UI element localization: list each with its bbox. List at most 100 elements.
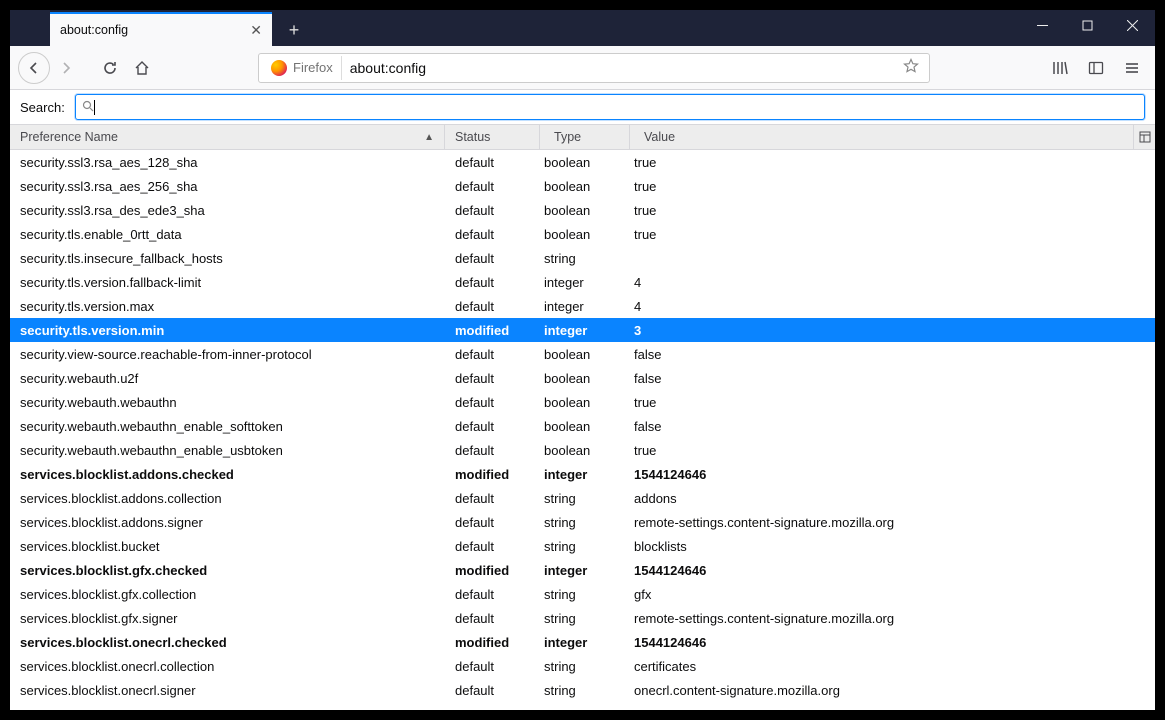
pref-row[interactable]: security.webauth.webauthn_enable_softtok… — [10, 414, 1155, 438]
pref-name-cell: services.blocklist.addons.checked — [10, 467, 445, 482]
pref-row[interactable]: security.tls.version.fallback-limitdefau… — [10, 270, 1155, 294]
pref-status-cell: default — [445, 491, 540, 506]
maximize-button[interactable] — [1065, 10, 1110, 40]
back-button[interactable] — [18, 52, 50, 84]
pref-table-body[interactable]: security.ssl3.rsa_aes_128_shadefaultbool… — [10, 150, 1155, 710]
pref-value-cell: true — [630, 443, 1155, 458]
pref-row[interactable]: services.blocklist.onecrl.checkedmodifie… — [10, 630, 1155, 654]
pref-type-cell: string — [540, 491, 630, 506]
pref-type-cell: integer — [540, 467, 630, 482]
bookmark-star-icon[interactable] — [897, 58, 925, 77]
close-tab-icon[interactable]: ✕ — [250, 23, 262, 37]
pref-value-cell: 3 — [630, 323, 1155, 338]
pref-status-cell: modified — [445, 323, 540, 338]
pref-type-cell: boolean — [540, 347, 630, 362]
forward-button[interactable] — [50, 52, 82, 84]
pref-name-cell: services.blocklist.onecrl.collection — [10, 659, 445, 674]
pref-name-cell: security.webauth.webauthn_enable_usbtoke… — [10, 443, 445, 458]
pref-row[interactable]: security.tls.version.minmodifiedinteger3 — [10, 318, 1155, 342]
pref-value-cell: 1544124646 — [630, 467, 1155, 482]
identity-box[interactable]: Firefox — [263, 56, 342, 80]
pref-row[interactable]: services.blocklist.onecrl.collectiondefa… — [10, 654, 1155, 678]
pref-value-cell: gfx — [630, 587, 1155, 602]
pref-row[interactable]: security.ssl3.rsa_aes_128_shadefaultbool… — [10, 150, 1155, 174]
pref-value-cell: true — [630, 179, 1155, 194]
col-header-value[interactable]: Value — [630, 125, 1133, 149]
pref-row[interactable]: security.ssl3.rsa_aes_256_shadefaultbool… — [10, 174, 1155, 198]
pref-status-cell: default — [445, 251, 540, 266]
pref-value-cell: true — [630, 155, 1155, 170]
pref-value-cell: certificates — [630, 659, 1155, 674]
pref-status-cell: default — [445, 395, 540, 410]
home-button[interactable] — [126, 52, 158, 84]
pref-name-cell: services.blocklist.gfx.signer — [10, 611, 445, 626]
pref-row[interactable]: security.webauth.webauthn_enable_usbtoke… — [10, 438, 1155, 462]
pref-type-cell: string — [540, 539, 630, 554]
browser-tab[interactable]: about:config ✕ — [50, 12, 272, 46]
pref-row[interactable]: services.blocklist.addons.signerdefaults… — [10, 510, 1155, 534]
pref-value-cell: false — [630, 347, 1155, 362]
pref-row[interactable]: services.blocklist.onecrl.signerdefaults… — [10, 678, 1155, 702]
pref-status-cell: default — [445, 371, 540, 386]
pref-row[interactable]: services.blocklist.addons.checkedmodifie… — [10, 462, 1155, 486]
pref-row[interactable]: security.webauth.webauthndefaultbooleant… — [10, 390, 1155, 414]
titlebar: about:config ✕ + — [10, 10, 1155, 46]
sidebar-button[interactable] — [1081, 53, 1111, 83]
pref-row[interactable]: security.view-source.reachable-from-inne… — [10, 342, 1155, 366]
pref-row[interactable]: services.blocklist.addons.collectiondefa… — [10, 486, 1155, 510]
library-button[interactable] — [1045, 53, 1075, 83]
config-search-box[interactable] — [75, 94, 1145, 120]
pref-name-cell: security.webauth.u2f — [10, 371, 445, 386]
config-search-row: Search: — [10, 90, 1155, 124]
browser-window: about:config ✕ + — [10, 10, 1155, 710]
pref-status-cell: default — [445, 203, 540, 218]
pref-name-cell: security.webauth.webauthn — [10, 395, 445, 410]
pref-row[interactable]: security.tls.version.maxdefaultinteger4 — [10, 294, 1155, 318]
reload-button[interactable] — [94, 52, 126, 84]
pref-row[interactable]: security.ssl3.rsa_des_ede3_shadefaultboo… — [10, 198, 1155, 222]
pref-status-cell: default — [445, 155, 540, 170]
pref-name-cell: security.tls.insecure_fallback_hosts — [10, 251, 445, 266]
new-tab-button[interactable]: + — [278, 14, 310, 46]
pref-type-cell: boolean — [540, 443, 630, 458]
search-label: Search: — [20, 100, 65, 115]
pref-row[interactable]: services.blocklist.gfx.signerdefaultstri… — [10, 606, 1155, 630]
tab-strip: about:config ✕ + — [10, 10, 310, 46]
pref-type-cell: string — [540, 611, 630, 626]
pref-value-cell: 1544124646 — [630, 635, 1155, 650]
pref-name-cell: services.blocklist.onecrl.signer — [10, 683, 445, 698]
col-header-pref-name[interactable]: Preference Name ▲ — [10, 125, 445, 149]
app-menu-button[interactable] — [1117, 53, 1147, 83]
pref-row[interactable]: services.blocklist.gfx.collectiondefault… — [10, 582, 1155, 606]
minimize-button[interactable] — [1020, 10, 1065, 40]
close-window-button[interactable] — [1110, 10, 1155, 40]
config-search-input[interactable] — [95, 100, 1138, 115]
column-picker-icon[interactable] — [1133, 125, 1155, 149]
search-icon — [82, 100, 94, 115]
pref-status-cell: default — [445, 179, 540, 194]
pref-value-cell: 1544124646 — [630, 563, 1155, 578]
pref-row[interactable]: services.blocklist.gfx.checkedmodifiedin… — [10, 558, 1155, 582]
toolbar-right — [1045, 53, 1147, 83]
url-input[interactable] — [342, 60, 897, 76]
pref-value-cell: true — [630, 227, 1155, 242]
pref-row[interactable]: security.tls.enable_0rtt_datadefaultbool… — [10, 222, 1155, 246]
pref-row[interactable]: security.webauth.u2fdefaultbooleanfalse — [10, 366, 1155, 390]
pref-value-cell: remote-settings.content-signature.mozill… — [630, 611, 1155, 626]
pref-status-cell: default — [445, 659, 540, 674]
col-header-status[interactable]: Status — [445, 125, 540, 149]
pref-name-cell: security.tls.enable_0rtt_data — [10, 227, 445, 242]
pref-column-headers: Preference Name ▲ Status Type Value — [10, 124, 1155, 150]
url-bar[interactable]: Firefox — [258, 53, 930, 83]
pref-type-cell: boolean — [540, 227, 630, 242]
pref-value-cell: remote-settings.content-signature.mozill… — [630, 515, 1155, 530]
pref-status-cell: default — [445, 419, 540, 434]
col-header-type[interactable]: Type — [540, 125, 630, 149]
pref-value-cell: true — [630, 395, 1155, 410]
pref-name-cell: security.webauth.webauthn_enable_softtok… — [10, 419, 445, 434]
pref-row[interactable]: security.tls.insecure_fallback_hostsdefa… — [10, 246, 1155, 270]
pref-row[interactable]: services.blocklist.bucketdefaultstringbl… — [10, 534, 1155, 558]
pref-name-cell: security.ssl3.rsa_aes_128_sha — [10, 155, 445, 170]
pref-status-cell: modified — [445, 467, 540, 482]
pref-type-cell: string — [540, 659, 630, 674]
